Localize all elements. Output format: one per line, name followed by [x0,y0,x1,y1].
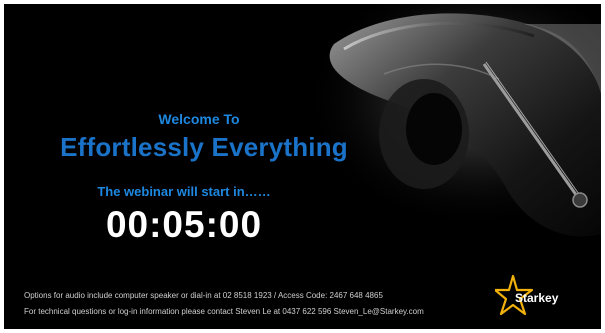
starkey-wordmark: Starkey [515,291,559,305]
start-notice: The webinar will start in…… [97,184,271,199]
welcome-heading: Welcome To [158,111,240,127]
countdown-timer: 00:05:00 [105,204,263,245]
webinar-slide: Welcome To Effortlessly Everything The w… [4,4,601,329]
webinar-title: Effortlessly Everything [60,132,348,162]
starkey-logo: Starkey [495,274,558,318]
support-contact-text: For technical questions or log-in inform… [24,307,424,316]
audio-info-text: Options for audio include computer speak… [24,291,383,300]
